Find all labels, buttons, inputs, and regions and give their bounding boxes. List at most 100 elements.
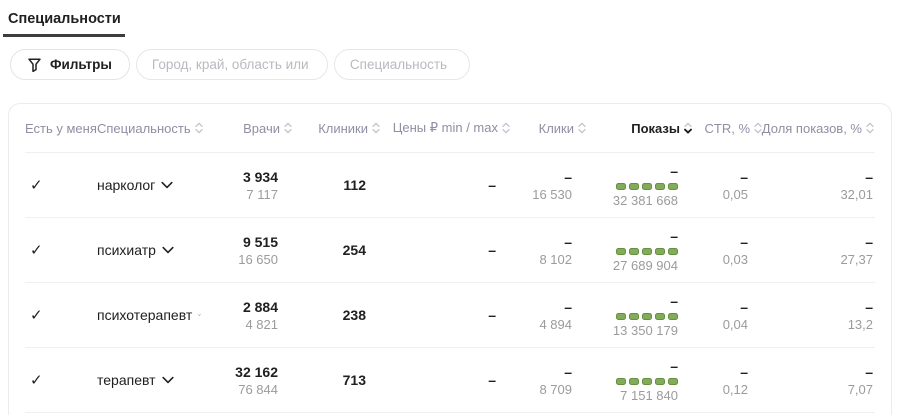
clicks-cell: – 4 894 xyxy=(511,298,587,333)
ctr-secondary: 0,03 xyxy=(693,251,748,268)
impressions-secondary: 32 381 668 xyxy=(587,192,678,209)
doctors-secondary: 4 821 xyxy=(201,316,278,333)
clicks-primary: – xyxy=(511,233,572,251)
impressions-secondary: 7 151 840 xyxy=(587,387,678,404)
filters-button-label: Фильтры xyxy=(50,57,112,72)
check-icon: ✓ xyxy=(30,372,43,389)
column-header[interactable]: Показы xyxy=(587,121,693,136)
impressions-bars xyxy=(587,183,678,190)
specialty-cell[interactable]: нарколог xyxy=(97,177,201,193)
have-it-cell[interactable]: ✓ xyxy=(25,371,97,389)
clinics-value: 254 xyxy=(293,241,366,259)
column-header[interactable]: Цены ₽ min / max xyxy=(381,120,511,136)
doctors-secondary: 16 650 xyxy=(201,251,278,268)
sort-icon xyxy=(683,121,693,135)
specialty-label: психотерапевт xyxy=(97,307,192,323)
ctr-primary: – xyxy=(693,298,748,316)
column-header[interactable]: Доля показов, % xyxy=(763,121,875,136)
have-it-cell[interactable]: ✓ xyxy=(25,176,97,194)
clinics-cell: 713 xyxy=(293,371,381,389)
clinics-cell: 254 xyxy=(293,241,381,259)
clicks-secondary: 4 894 xyxy=(511,316,572,333)
column-header-label: Клиники xyxy=(318,121,368,136)
check-icon: ✓ xyxy=(30,177,43,194)
prices-value: – xyxy=(381,371,496,389)
table-row: ✓ психиатр 9 515 16 650 254 – – 8 102 – … xyxy=(25,217,875,282)
doctors-primary: 9 515 xyxy=(201,233,278,251)
doctors-cell: 3 934 7 117 xyxy=(201,168,293,203)
doctors-secondary: 76 844 xyxy=(201,381,278,398)
tab-bar: Специальности xyxy=(0,0,900,37)
impressions-primary: – xyxy=(587,357,678,375)
sort-icon xyxy=(283,121,293,135)
impressions-cell: – 27 689 904 xyxy=(587,227,693,274)
clinics-value: 238 xyxy=(293,306,366,324)
clicks-cell: – 8 102 xyxy=(511,233,587,268)
specialty-cell[interactable]: терапевт xyxy=(97,372,201,388)
table-body: ✓ нарколог 3 934 7 117 112 – – 16 530 – … xyxy=(25,152,875,412)
ctr-cell: – 0,05 xyxy=(693,168,763,203)
table-row-separator xyxy=(25,412,875,416)
filters-button[interactable]: Фильтры xyxy=(10,49,130,80)
prices-cell: – xyxy=(381,176,511,194)
table-row: ✓ нарколог 3 934 7 117 112 – – 16 530 – … xyxy=(25,152,875,217)
share-secondary: 27,37 xyxy=(763,251,873,268)
impressions-bars xyxy=(587,248,678,255)
sort-icon xyxy=(371,121,381,135)
clicks-secondary: 8 709 xyxy=(511,381,572,398)
clinics-cell: 238 xyxy=(293,306,381,324)
prices-value: – xyxy=(381,176,496,194)
have-it-cell[interactable]: ✓ xyxy=(25,241,97,259)
impressions-cell: – 32 381 668 xyxy=(587,162,693,209)
column-header-label: Цены ₽ min / max xyxy=(393,120,498,136)
share-primary: – xyxy=(763,168,873,186)
ctr-secondary: 0,04 xyxy=(693,316,748,333)
impressions-bars xyxy=(587,378,678,385)
have-it-cell[interactable]: ✓ xyxy=(25,306,97,324)
tab-specialties[interactable]: Специальности xyxy=(3,9,125,37)
clicks-cell: – 8 709 xyxy=(511,363,587,398)
doctors-cell: 9 515 16 650 xyxy=(201,233,293,268)
share-secondary: 7,07 xyxy=(763,381,873,398)
column-header-label: Специальность xyxy=(97,121,191,136)
share-primary: – xyxy=(763,363,873,381)
specialty-cell[interactable]: психиатр xyxy=(97,242,201,258)
specialty-cell[interactable]: психотерапевт xyxy=(97,307,201,323)
doctors-primary: 3 934 xyxy=(201,168,278,186)
prices-cell: – xyxy=(381,371,511,389)
ctr-secondary: 0,05 xyxy=(693,186,748,203)
share-secondary: 32,01 xyxy=(763,186,873,203)
clinics-value: 112 xyxy=(293,176,366,194)
ctr-primary: – xyxy=(693,168,748,186)
specialty-input[interactable] xyxy=(334,49,470,80)
chevron-down-icon xyxy=(161,181,173,189)
clinics-value: 713 xyxy=(293,371,366,389)
column-header[interactable]: Клиники xyxy=(293,121,381,136)
doctors-cell: 32 162 76 844 xyxy=(201,363,293,398)
clicks-secondary: 8 102 xyxy=(511,251,572,268)
share-cell: – 13,2 xyxy=(763,298,875,333)
specialties-table: Есть у меня Специальность Врачи Клиники … xyxy=(8,103,892,415)
region-input[interactable] xyxy=(136,49,328,80)
prices-cell: – xyxy=(381,306,511,324)
clicks-primary: – xyxy=(511,298,572,316)
impressions-primary: – xyxy=(587,227,678,245)
impressions-primary: – xyxy=(587,162,678,180)
ctr-cell: – 0,04 xyxy=(693,298,763,333)
column-header-label: Клики xyxy=(539,121,574,136)
column-header[interactable]: CTR, % xyxy=(693,121,763,136)
table-header-row: Есть у меня Специальность Врачи Клиники … xyxy=(25,104,875,152)
column-header[interactable]: Клики xyxy=(511,121,587,136)
clicks-primary: – xyxy=(511,363,572,381)
impressions-secondary: 27 689 904 xyxy=(587,257,678,274)
impressions-cell: – 7 151 840 xyxy=(587,357,693,404)
check-icon: ✓ xyxy=(30,307,43,324)
column-header[interactable]: Специальность xyxy=(97,121,201,136)
clicks-primary: – xyxy=(511,168,572,186)
share-cell: – 32,01 xyxy=(763,168,875,203)
doctors-secondary: 7 117 xyxy=(201,186,278,203)
sort-icon xyxy=(501,121,511,135)
table-row: ✓ терапевт 32 162 76 844 713 – – 8 709 –… xyxy=(25,347,875,412)
doctors-cell: 2 884 4 821 xyxy=(201,298,293,333)
column-header[interactable]: Врачи xyxy=(201,121,293,136)
